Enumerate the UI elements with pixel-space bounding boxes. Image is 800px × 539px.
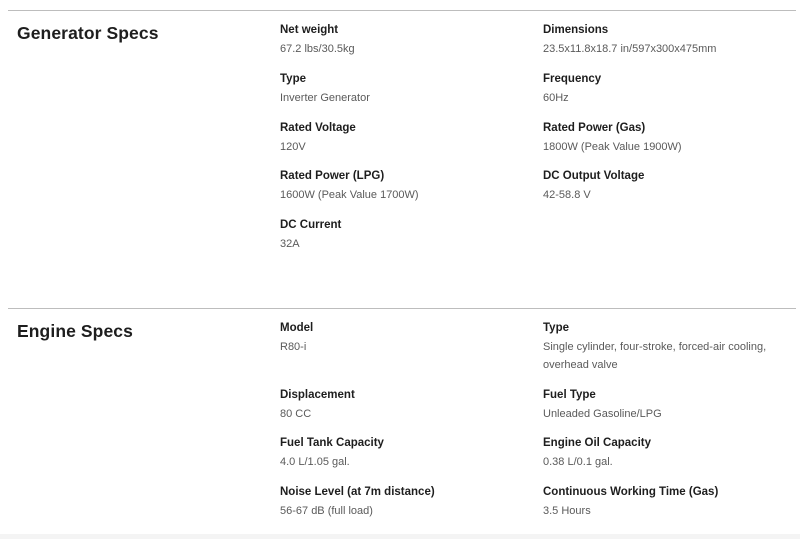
spec-value: 120V	[280, 141, 306, 153]
spec-label: Continuous Working Time (Gas)	[543, 486, 719, 498]
spec-label: Rated Power (LPG)	[280, 170, 385, 182]
spec-value: 60Hz	[543, 92, 569, 104]
spec-displacement: Displacement 80 CC	[280, 388, 520, 423]
spec-value: Inverter Generator	[280, 92, 370, 104]
spec-value: 42-58.8 V	[543, 189, 591, 201]
spec-label: Dimensions	[543, 24, 609, 36]
spec-label: Model	[280, 322, 314, 334]
spec-type: Type Inverter Generator	[280, 72, 520, 107]
spec-net-weight: Net weight 67.2 lbs/30.5kg	[280, 23, 520, 58]
spec-label: Fuel Type	[543, 389, 596, 401]
spec-label: Displacement	[280, 389, 355, 401]
engine-specs-title: Engine Specs	[17, 321, 133, 341]
spec-value: 1600W (Peak Value 1700W)	[280, 189, 419, 201]
spec-label: Frequency	[543, 73, 602, 85]
spec-label: DC Current	[280, 219, 342, 231]
spec-noise-level: Noise Level (at 7m distance) 56-67 dB (f…	[280, 485, 520, 520]
spec-value: Unleaded Gasoline/LPG	[543, 408, 662, 420]
engine-specs-section: Engine Specs Model R80-i Type Single cyl…	[8, 308, 796, 535]
spec-frequency: Frequency 60Hz	[543, 72, 773, 107]
spec-label: Engine Oil Capacity	[543, 437, 651, 449]
spec-dimensions: Dimensions 23.5x11.8x18.7 in/597x300x475…	[543, 23, 773, 58]
spec-continuous-working-time: Continuous Working Time (Gas) 3.5 Hours	[543, 485, 773, 520]
spec-label: Noise Level (at 7m distance)	[280, 486, 435, 498]
bottom-divider-strip	[0, 534, 800, 539]
spec-label: Rated Power (Gas)	[543, 122, 646, 134]
spec-dc-output-voltage: DC Output Voltage 42-58.8 V	[543, 169, 773, 204]
spec-page: Generator Specs Net weight 67.2 lbs/30.5…	[0, 0, 800, 539]
spec-fuel-tank-capacity: Fuel Tank Capacity 4.0 L/1.05 gal.	[280, 436, 520, 471]
spec-engine-oil-capacity: Engine Oil Capacity 0.38 L/0.1 gal.	[543, 436, 773, 471]
generator-specs-title: Generator Specs	[17, 23, 159, 43]
spec-value: 67.2 lbs/30.5kg	[280, 43, 355, 55]
spec-rated-power-gas: Rated Power (Gas) 1800W (Peak Value 1900…	[543, 121, 773, 156]
spec-label: Net weight	[280, 24, 339, 36]
spec-value: 4.0 L/1.05 gal.	[280, 456, 350, 468]
generator-specs-section: Generator Specs Net weight 67.2 lbs/30.5…	[8, 10, 796, 308]
spec-label: Type	[280, 73, 306, 85]
spec-value: 80 CC	[280, 408, 312, 420]
spec-fuel-type: Fuel Type Unleaded Gasoline/LPG	[543, 388, 773, 423]
spec-engine-type: Type Single cylinder, four-stroke, force…	[543, 321, 773, 374]
spec-value: 56-67 dB (full load)	[280, 505, 373, 517]
spec-rated-power-lpg: Rated Power (LPG) 1600W (Peak Value 1700…	[280, 169, 520, 204]
spec-label: Type	[543, 322, 569, 334]
spec-value: 32A	[280, 238, 300, 250]
spec-value: R80-i	[280, 341, 307, 353]
spec-label: Fuel Tank Capacity	[280, 437, 384, 449]
spec-dc-current: DC Current 32A	[280, 218, 520, 253]
spec-value: 23.5x11.8x18.7 in/597x300x475mm	[543, 43, 717, 55]
spec-label: Rated Voltage	[280, 122, 356, 134]
spec-value: 1800W (Peak Value 1900W)	[543, 141, 682, 153]
spec-value: 3.5 Hours	[543, 505, 591, 517]
spec-value: Single cylinder, four-stroke, forced-air…	[543, 341, 767, 371]
spec-label: DC Output Voltage	[543, 170, 645, 182]
spec-model: Model R80-i	[280, 321, 520, 356]
spec-value: 0.38 L/0.1 gal.	[543, 456, 613, 468]
spec-rated-voltage: Rated Voltage 120V	[280, 121, 520, 156]
